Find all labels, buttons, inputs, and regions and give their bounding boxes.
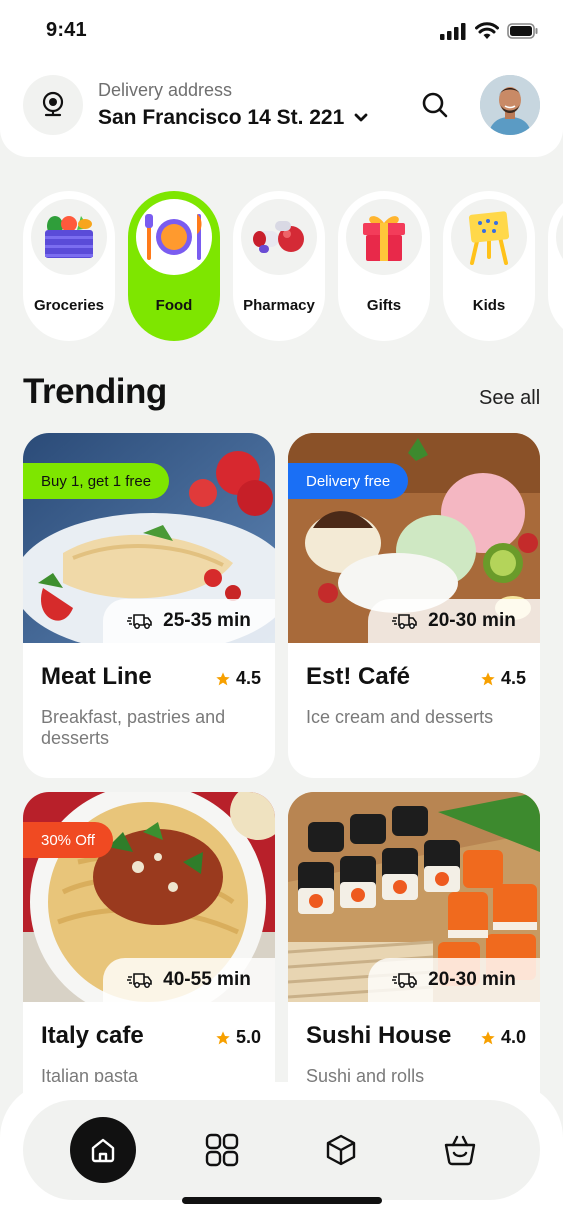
star-icon	[216, 671, 230, 685]
rating: 4.5	[480, 668, 526, 689]
kids-easel-icon	[468, 211, 510, 265]
plate-cutlery-icon	[145, 214, 202, 260]
status-bar: 9:41	[0, 0, 563, 60]
delivery-truck-icon	[127, 973, 152, 988]
category-food[interactable]: Food	[128, 191, 220, 341]
rating: 5.0	[215, 1027, 261, 1048]
see-all-link[interactable]: See all	[479, 387, 540, 410]
search-icon	[422, 92, 448, 118]
battery-icon	[507, 23, 538, 39]
restaurant-name: Meat Line	[41, 663, 152, 690]
basket-icon	[444, 1135, 476, 1166]
home-indicator	[182, 1197, 382, 1204]
delivery-time: 25-35 min	[163, 610, 251, 631]
home-icon	[91, 1138, 115, 1163]
category-icon-wrap	[346, 199, 422, 275]
restaurant-description: Breakfast, pastries and desserts	[41, 707, 226, 748]
delivery-address-label: Delivery address	[98, 80, 233, 100]
delivery-time-pill: 25-35 min	[103, 599, 275, 643]
category-icon-wrap	[556, 199, 563, 275]
category-label: Gifts	[366, 297, 402, 314]
location-pin-icon	[42, 91, 64, 117]
delivery-time: 20-30 min	[428, 610, 516, 631]
search-button[interactable]	[418, 88, 452, 122]
rating: 4.5	[215, 668, 261, 689]
delivery-time-pill: 40-55 min	[103, 958, 275, 1002]
category-list: Groceries Food Pharmacy Gifts Kids	[23, 191, 563, 341]
category-groceries[interactable]: Groceries	[23, 191, 115, 341]
rating-value: 4.5	[235, 668, 261, 688]
delivery-time: 20-30 min	[428, 969, 516, 990]
category-icon-wrap	[451, 199, 527, 275]
category-icon-wrap	[136, 199, 212, 275]
bottom-nav	[23, 1100, 540, 1200]
status-time: 9:41	[46, 19, 87, 41]
rating-value: 4.0	[500, 1027, 526, 1047]
delivery-time-pill: 20-30 min	[368, 599, 540, 643]
category-label: Food	[155, 297, 193, 314]
nav-home-button[interactable]	[70, 1117, 136, 1183]
category-gifts[interactable]: Gifts	[338, 191, 430, 341]
restaurant-name: Italy cafe	[41, 1022, 144, 1049]
category-pharmacy[interactable]: Pharmacy	[233, 191, 325, 341]
delivery-address-selector[interactable]: San Francisco 14 St. 221	[98, 106, 368, 130]
rating: 4.0	[480, 1027, 526, 1048]
rating-value: 5.0	[235, 1027, 261, 1047]
promo-badge: Delivery free	[288, 463, 409, 499]
restaurant-card-meat-line[interactable]: Buy 1, get 1 free 25-35 min Meat Line 4.…	[23, 433, 275, 778]
category-partial[interactable]	[548, 191, 563, 341]
section-title-trending: Trending	[23, 372, 167, 411]
signal-icon	[440, 22, 466, 40]
box-icon	[326, 1134, 356, 1166]
delivery-time: 40-55 min	[163, 969, 251, 990]
delivery-truck-icon	[392, 614, 417, 629]
delivery-time-pill: 20-30 min	[368, 958, 540, 1002]
category-label: Kids	[472, 297, 506, 314]
category-label: Groceries	[33, 297, 105, 314]
category-label: Pharmacy	[243, 297, 315, 314]
restaurant-description: Ice cream and desserts	[306, 707, 494, 727]
restaurant-name: Sushi House	[306, 1022, 452, 1049]
user-avatar-image	[480, 75, 540, 135]
nav-categories-button[interactable]	[189, 1117, 255, 1183]
delivery-truck-icon	[392, 973, 417, 988]
delivery-address-value: San Francisco 14 St. 221	[98, 106, 345, 129]
grid-icon	[205, 1133, 239, 1167]
restaurant-card-est-cafe[interactable]: Delivery free 20-30 min Est! Café 4.5 Ic…	[288, 433, 540, 778]
category-icon-wrap	[31, 199, 107, 275]
rating-value: 4.5	[500, 668, 526, 688]
delivery-truck-icon	[127, 614, 152, 629]
restaurant-name: Est! Café	[306, 663, 411, 690]
category-icon-wrap	[241, 199, 317, 275]
grocery-crate-icon	[45, 216, 93, 258]
pills-icon	[253, 221, 304, 253]
location-button[interactable]	[23, 75, 83, 135]
avatar[interactable]	[480, 75, 540, 135]
star-icon	[481, 671, 495, 685]
category-kids[interactable]: Kids	[443, 191, 535, 341]
nav-cart-button[interactable]	[427, 1117, 493, 1183]
wifi-icon	[475, 22, 499, 39]
promo-badge: Buy 1, get 1 free	[23, 463, 170, 499]
gift-box-icon	[363, 216, 405, 261]
star-icon	[481, 1030, 495, 1044]
promo-badge: 30% Off	[23, 822, 113, 858]
star-icon	[216, 1030, 230, 1044]
chevron-down-icon	[354, 113, 368, 122]
nav-orders-button[interactable]	[308, 1117, 374, 1183]
status-icons	[440, 22, 539, 40]
